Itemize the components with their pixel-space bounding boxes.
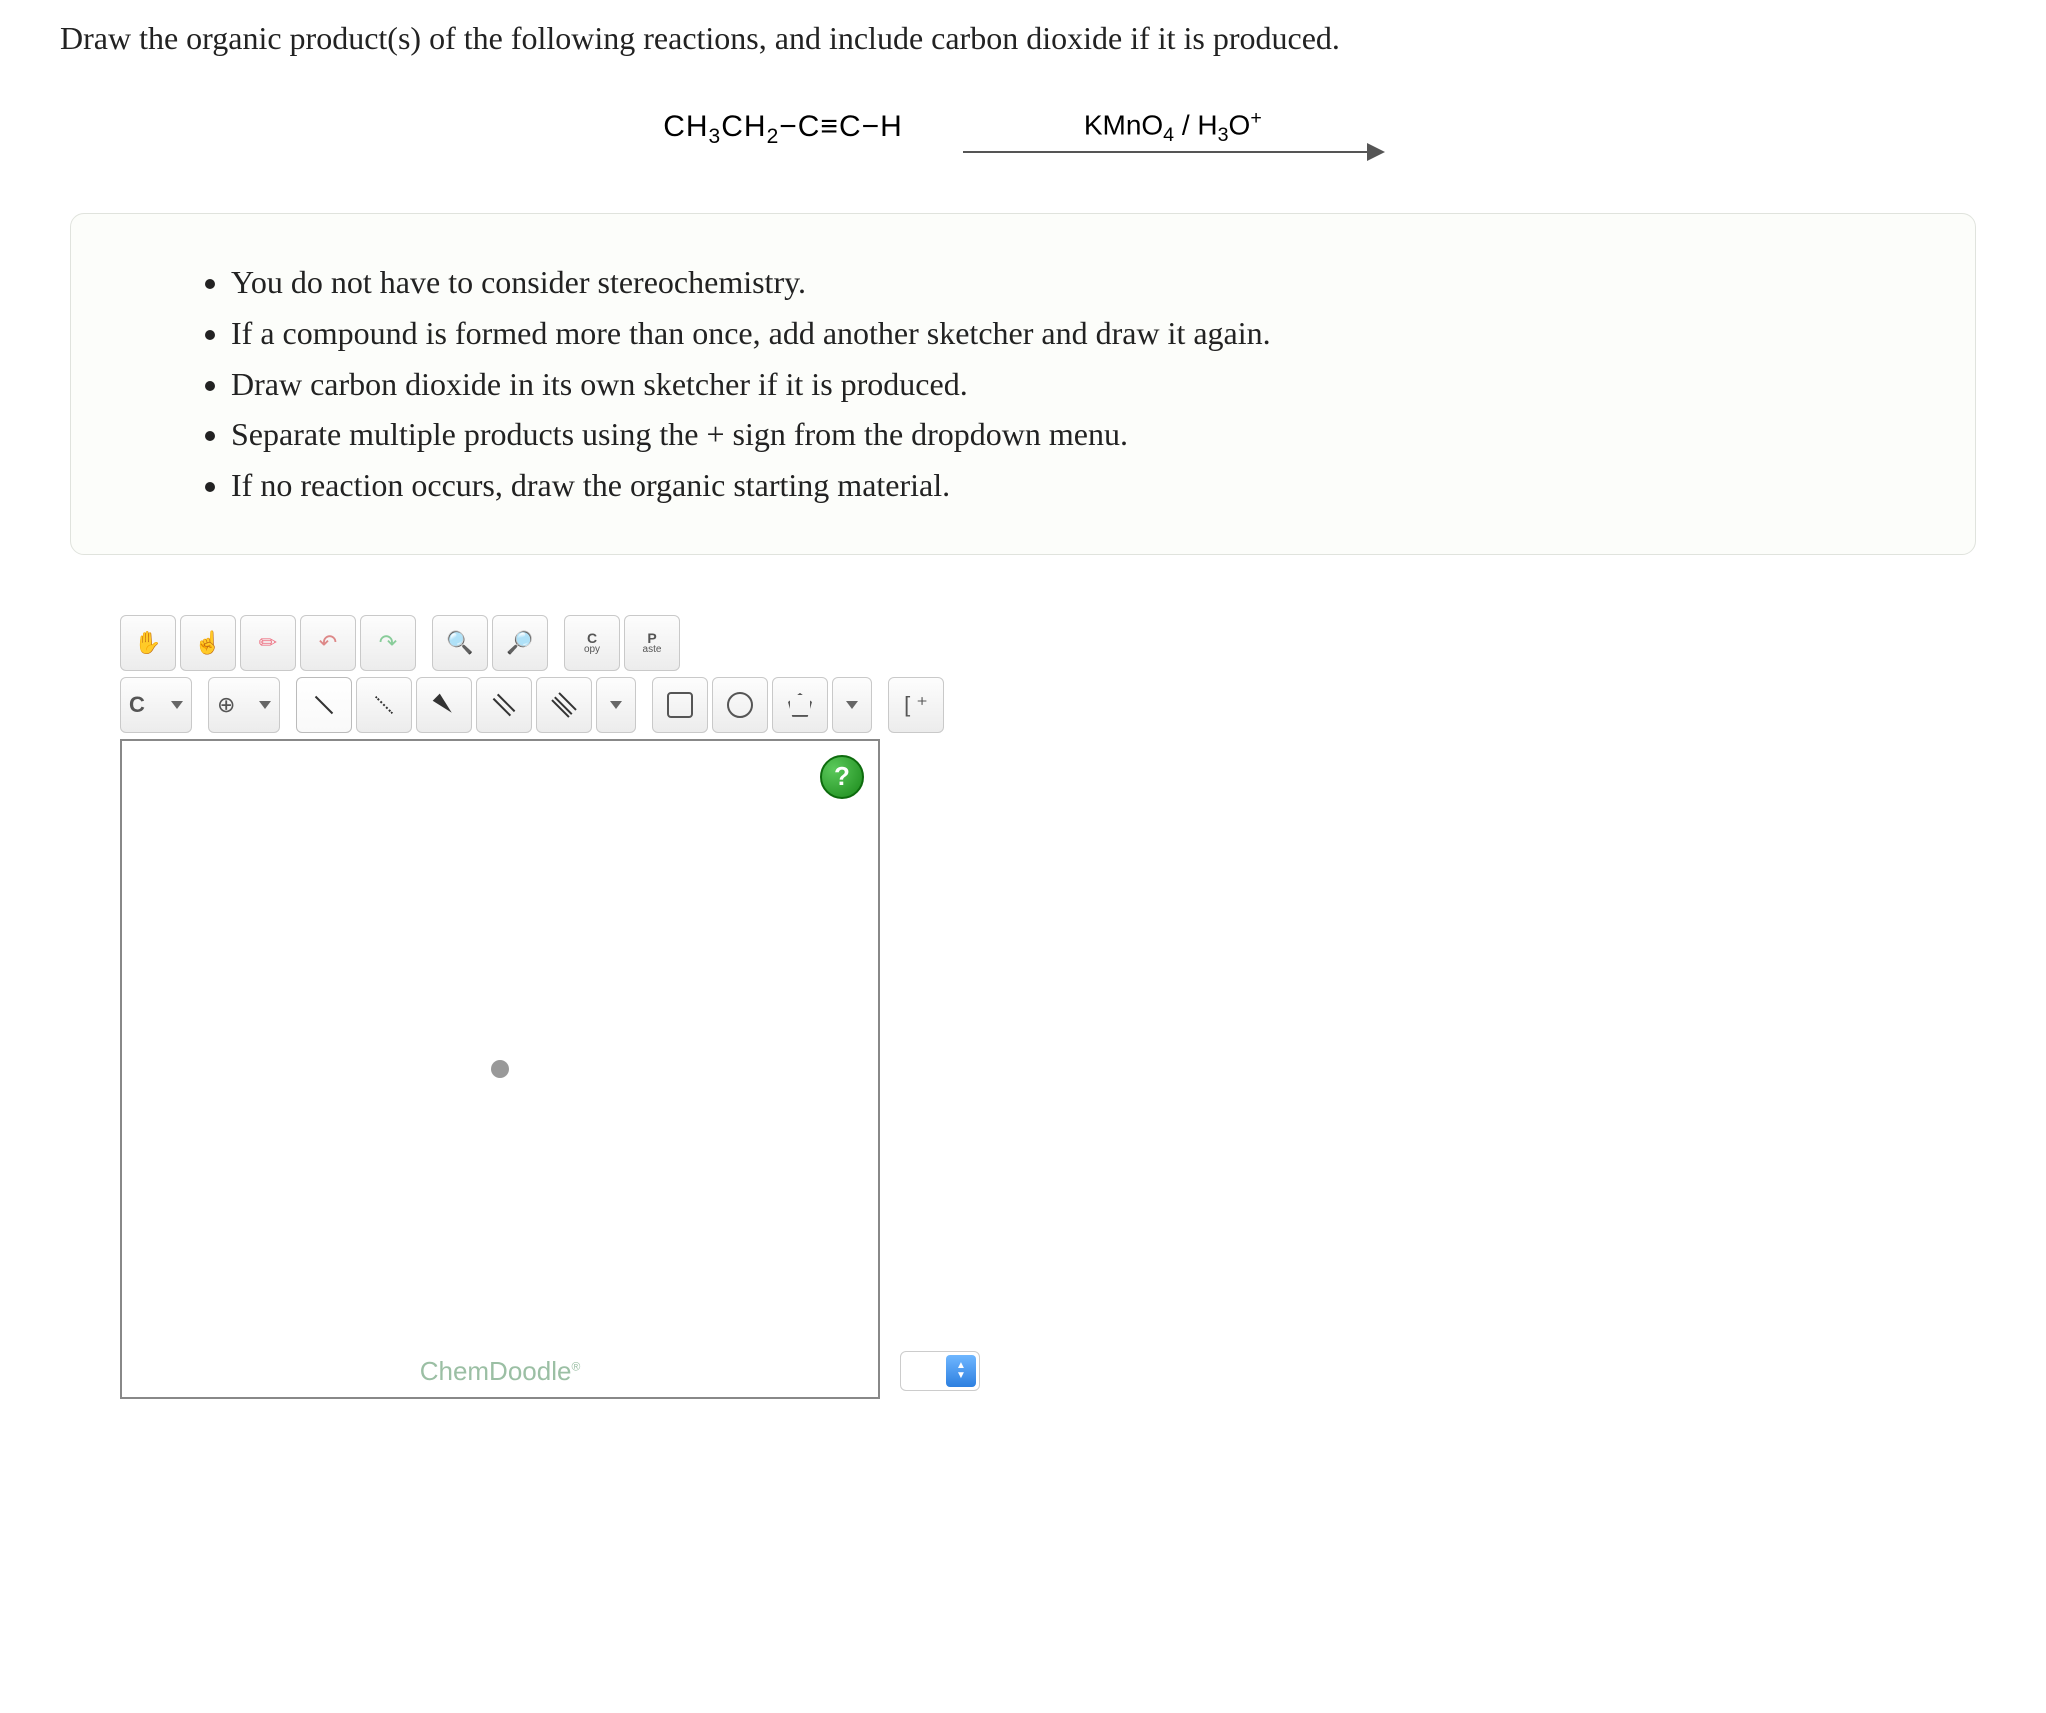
double-bond-icon	[493, 694, 516, 717]
single-bond-button[interactable]	[296, 677, 352, 733]
chemdoodle-brand: ChemDoodle®	[420, 1356, 581, 1387]
zoom-out-button[interactable]: 🔎	[492, 615, 548, 671]
drawing-canvas[interactable]: ? ChemDoodle®	[120, 739, 880, 1399]
instruction-item: You do not have to consider stereochemis…	[231, 260, 1915, 305]
dashed-bond-button[interactable]	[356, 677, 412, 733]
instruction-item: Draw carbon dioxide in its own sketcher …	[231, 362, 1915, 407]
carbon-atom-icon	[129, 692, 145, 718]
copy-label-bot: opy	[584, 645, 600, 655]
undo-icon	[319, 630, 337, 656]
chevron-down-icon	[259, 701, 271, 709]
benzene-button[interactable]	[712, 677, 768, 733]
wedge-bond-icon	[433, 694, 456, 717]
cyclohexane-icon	[667, 692, 693, 718]
brand-text: ChemDoodle	[420, 1356, 572, 1386]
stepper-value	[901, 1352, 943, 1390]
paste-button[interactable]: P aste	[624, 615, 680, 671]
reaction-scheme: CH3CH2−C≡C−H KMnO4 / H3O+	[60, 107, 1986, 153]
instruction-item: If no reaction occurs, draw the organic …	[231, 463, 1915, 508]
dashed-bond-icon	[375, 696, 393, 714]
double-bond-button[interactable]	[476, 677, 532, 733]
sketcher-count-stepper[interactable]: ▲▼	[900, 1351, 980, 1391]
reaction-arrow: KMnO4 / H3O+	[963, 107, 1383, 153]
zoom-in-button[interactable]: 🔍	[432, 615, 488, 671]
cyclopentane-button[interactable]	[772, 677, 828, 733]
paste-label-bot: aste	[643, 645, 662, 655]
chemdoodle-sketcher: ☝ 🔍 🔎 C opy P aste	[120, 615, 1100, 1399]
help-button[interactable]: ?	[820, 755, 864, 799]
bracket-icon: [ ⁺	[904, 692, 928, 718]
instructions-box: You do not have to consider stereochemis…	[70, 213, 1976, 555]
stepper-spin-icon[interactable]: ▲▼	[946, 1355, 976, 1387]
cyclopentane-icon	[788, 693, 812, 717]
select-tool-button[interactable]: ☝	[180, 615, 236, 671]
substrate: CH3CH2−C≡C−H	[663, 110, 903, 149]
single-bond-icon	[315, 696, 333, 714]
zoom-out-icon: 🔎	[506, 630, 533, 656]
wedge-bond-button[interactable]	[416, 677, 472, 733]
instruction-item: If a compound is formed more than once, …	[231, 311, 1915, 356]
eraser-icon	[259, 630, 277, 656]
benzene-icon	[727, 692, 753, 718]
bond-dropdown-button[interactable]	[596, 677, 636, 733]
triple-bond-icon	[551, 692, 576, 717]
instructions-list: You do not have to consider stereochemis…	[191, 260, 1915, 508]
copy-button[interactable]: C opy	[564, 615, 620, 671]
hand-tool-button[interactable]	[120, 615, 176, 671]
chevron-down-icon	[171, 701, 183, 709]
canvas-center-dot-icon	[491, 1060, 509, 1078]
ring-dropdown-button[interactable]	[832, 677, 872, 733]
toolbar-row-1: ☝ 🔍 🔎 C opy P aste	[120, 615, 1100, 671]
charge-icon	[217, 692, 235, 718]
reagents: KMnO4 / H3O+	[1084, 107, 1262, 147]
toolbar-row-2: [ ⁺	[120, 677, 1100, 733]
cyclohexane-button[interactable]	[652, 677, 708, 733]
instruction-item: Separate multiple products using the + s…	[231, 412, 1915, 457]
select-icon: ☝	[194, 630, 221, 656]
erase-tool-button[interactable]	[240, 615, 296, 671]
question-text: Draw the organic product(s) of the follo…	[60, 20, 1986, 57]
zoom-in-icon: 🔍	[446, 630, 473, 656]
bracket-charge-button[interactable]: [ ⁺	[888, 677, 944, 733]
paste-label-top: P	[647, 631, 656, 645]
undo-button[interactable]	[300, 615, 356, 671]
atom-picker-button[interactable]	[120, 677, 192, 733]
redo-icon	[379, 630, 397, 656]
arrow-line-icon	[963, 151, 1383, 153]
chevron-down-icon	[846, 701, 858, 709]
redo-button[interactable]	[360, 615, 416, 671]
hand-icon	[134, 630, 161, 656]
chevron-down-icon	[610, 701, 622, 709]
brand-mark: ®	[571, 1359, 580, 1373]
charge-picker-button[interactable]	[208, 677, 280, 733]
copy-label-top: C	[587, 631, 597, 645]
triple-bond-button[interactable]	[536, 677, 592, 733]
